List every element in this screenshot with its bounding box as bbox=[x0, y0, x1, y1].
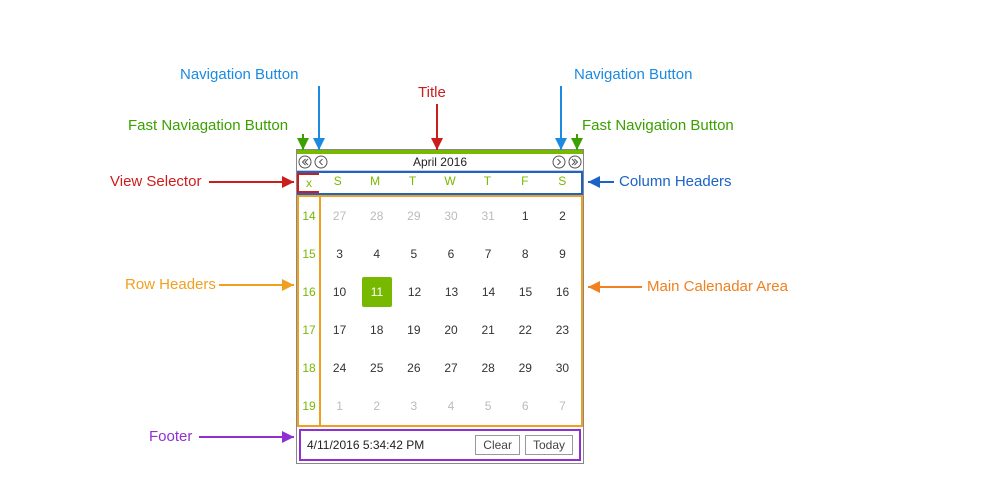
calendar-widget: April 2016 x S M T W T F S 14 15 16 17 1… bbox=[296, 149, 584, 464]
prev-button[interactable] bbox=[313, 154, 329, 170]
ann-footer: Footer bbox=[149, 428, 192, 445]
day-cell[interactable]: 19 bbox=[395, 311, 432, 349]
day-cell[interactable]: 3 bbox=[321, 235, 358, 273]
ann-nav-button-right: Navigation Button bbox=[574, 66, 692, 83]
day-cell[interactable]: 20 bbox=[432, 311, 469, 349]
week-number: 17 bbox=[299, 311, 319, 349]
day-cell[interactable]: 3 bbox=[395, 387, 432, 425]
day-cell[interactable]: 1 bbox=[507, 197, 544, 235]
day-cell[interactable]: 25 bbox=[358, 349, 395, 387]
day-cell[interactable]: 18 bbox=[358, 311, 395, 349]
row-headers: 14 15 16 17 18 19 bbox=[297, 195, 319, 427]
ann-title: Title bbox=[418, 84, 446, 101]
day-cell[interactable]: 23 bbox=[544, 311, 581, 349]
dow-wed: W bbox=[431, 173, 468, 193]
view-selector[interactable]: x bbox=[297, 173, 319, 193]
calendar-title[interactable]: April 2016 bbox=[329, 155, 551, 169]
day-cell[interactable]: 14 bbox=[470, 273, 507, 311]
day-cell[interactable]: 22 bbox=[507, 311, 544, 349]
day-cell[interactable]: 29 bbox=[507, 349, 544, 387]
day-cell[interactable]: 30 bbox=[432, 197, 469, 235]
day-cell[interactable]: 7 bbox=[544, 387, 581, 425]
week-number: 15 bbox=[299, 235, 319, 273]
day-cell[interactable]: 4 bbox=[358, 235, 395, 273]
day-cell[interactable]: 31 bbox=[470, 197, 507, 235]
dow-sun: S bbox=[319, 173, 356, 193]
main-calendar-area: 2728293031123456789101112131415161718192… bbox=[319, 195, 583, 427]
calendar-week-row: 1234567 bbox=[321, 387, 581, 425]
dow-mon: M bbox=[356, 173, 393, 193]
calendar-week-row: 24252627282930 bbox=[321, 349, 581, 387]
day-cell[interactable]: 26 bbox=[395, 349, 432, 387]
calendar-header: April 2016 bbox=[297, 150, 583, 171]
nav-group-right bbox=[551, 154, 583, 170]
day-cell[interactable]: 13 bbox=[433, 273, 470, 311]
column-headers: x S M T W T F S bbox=[297, 171, 583, 195]
clear-button[interactable]: Clear bbox=[475, 435, 520, 455]
day-cell[interactable]: 5 bbox=[395, 235, 432, 273]
next-button[interactable] bbox=[551, 154, 567, 170]
ann-nav-button-left: Navigation Button bbox=[180, 66, 298, 83]
day-cell[interactable]: 21 bbox=[470, 311, 507, 349]
day-cell[interactable]: 8 bbox=[507, 235, 544, 273]
day-cell[interactable]: 6 bbox=[507, 387, 544, 425]
footer-datetime: 4/11/2016 5:34:42 PM bbox=[307, 438, 470, 452]
day-cell[interactable]: 2 bbox=[544, 197, 581, 235]
day-cell[interactable]: 29 bbox=[395, 197, 432, 235]
fast-next-button[interactable] bbox=[567, 154, 583, 170]
day-cell[interactable]: 1 bbox=[321, 387, 358, 425]
calendar-week-row: 3456789 bbox=[321, 235, 581, 273]
week-number: 19 bbox=[299, 387, 319, 425]
nav-group-left bbox=[297, 154, 329, 170]
day-cell[interactable]: 16 bbox=[544, 273, 581, 311]
day-cell[interactable]: 10 bbox=[321, 273, 358, 311]
day-cell[interactable]: 5 bbox=[470, 387, 507, 425]
ann-row-headers: Row Headers bbox=[125, 276, 216, 293]
ann-fast-nav-right: Fast Navigation Button bbox=[582, 117, 734, 134]
day-cell[interactable]: 28 bbox=[470, 349, 507, 387]
dow-fri: F bbox=[506, 173, 543, 193]
dow-sat: S bbox=[544, 173, 583, 193]
day-cell[interactable]: 6 bbox=[432, 235, 469, 273]
dow-tue: T bbox=[394, 173, 431, 193]
calendar-week-row: 10111213141516 bbox=[321, 273, 581, 311]
dow-thu: T bbox=[469, 173, 506, 193]
day-cell[interactable]: 28 bbox=[358, 197, 395, 235]
week-number: 14 bbox=[299, 197, 319, 235]
week-number: 16 bbox=[299, 273, 319, 311]
today-button[interactable]: Today bbox=[525, 435, 573, 455]
day-cell[interactable]: 15 bbox=[507, 273, 544, 311]
calendar-week-row: 17181920212223 bbox=[321, 311, 581, 349]
day-cell[interactable]: 9 bbox=[544, 235, 581, 273]
day-cell[interactable]: 24 bbox=[321, 349, 358, 387]
ann-main-area: Main Calenadar Area bbox=[647, 278, 788, 295]
day-cell[interactable]: 30 bbox=[544, 349, 581, 387]
day-cell[interactable]: 12 bbox=[396, 273, 433, 311]
day-cell[interactable]: 2 bbox=[358, 387, 395, 425]
calendar-body: 14 15 16 17 18 19 2728293031123456789101… bbox=[297, 195, 583, 427]
week-number: 18 bbox=[299, 349, 319, 387]
fast-prev-button[interactable] bbox=[297, 154, 313, 170]
ann-column-headers: Column Headers bbox=[619, 173, 732, 190]
day-cell[interactable]: 4 bbox=[432, 387, 469, 425]
calendar-week-row: 272829303112 bbox=[321, 197, 581, 235]
day-cell[interactable]: 27 bbox=[432, 349, 469, 387]
day-cell[interactable]: 11 bbox=[362, 277, 392, 307]
ann-view-selector: View Selector bbox=[110, 173, 201, 190]
day-cell[interactable]: 27 bbox=[321, 197, 358, 235]
day-cell[interactable]: 17 bbox=[321, 311, 358, 349]
day-cell[interactable]: 7 bbox=[470, 235, 507, 273]
ann-fast-nav-left: Fast Naviagation Button bbox=[128, 117, 288, 134]
calendar-footer: 4/11/2016 5:34:42 PM Clear Today bbox=[299, 429, 581, 461]
